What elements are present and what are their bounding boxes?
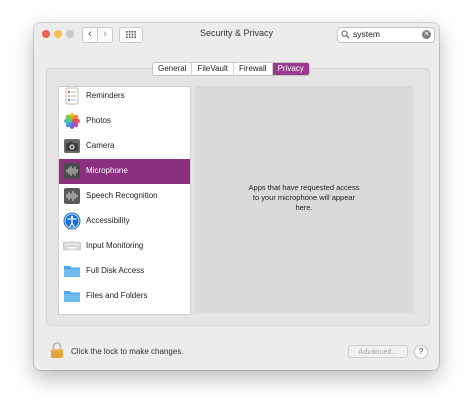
- app-list-area: Apps that have requested access to your …: [195, 86, 413, 313]
- tab-filevault[interactable]: FileVault: [192, 63, 234, 75]
- folder-icon: [64, 291, 80, 302]
- list-item-label: Reminders: [86, 91, 125, 100]
- keyboard-icon: [63, 241, 81, 251]
- speech-recognition-icon: [64, 188, 80, 204]
- title-bar: ‹ › Security & Privacy system ✕: [34, 23, 439, 45]
- chevron-right-icon: ›: [103, 28, 107, 40]
- list-item-input-monitoring[interactable]: Input Monitoring: [59, 234, 190, 259]
- camera-icon: [64, 139, 80, 153]
- back-button[interactable]: ‹: [82, 27, 98, 43]
- list-item-camera[interactable]: Camera: [59, 134, 190, 159]
- list-item-label: Camera: [86, 141, 115, 150]
- show-all-button[interactable]: [119, 27, 143, 43]
- grid-icon: [126, 31, 136, 38]
- chevron-left-icon: ‹: [88, 28, 92, 40]
- list-item-label: Microphone: [86, 166, 128, 175]
- search-icon: [341, 30, 350, 39]
- tab-privacy[interactable]: Privacy: [272, 63, 309, 75]
- list-item-label: Full Disk Access: [86, 266, 145, 275]
- list-item-label: Photos: [86, 116, 111, 125]
- list-item-label: Speech Recognition: [86, 191, 158, 200]
- list-item-speech-recognition[interactable]: Speech Recognition: [59, 184, 190, 209]
- accessibility-icon: [63, 212, 81, 230]
- list-item-label: Accessibility: [86, 216, 130, 225]
- close-window-button[interactable]: [42, 30, 50, 38]
- reminders-icon: [65, 87, 79, 105]
- tab-general[interactable]: General: [153, 63, 193, 75]
- window-title: Security & Privacy: [199, 28, 274, 38]
- search-field[interactable]: system ✕: [337, 27, 435, 43]
- lock-icon[interactable]: [50, 342, 64, 358]
- advanced-button[interactable]: Advanced...: [348, 345, 408, 358]
- lock-message: Click the lock to make changes.: [71, 347, 184, 356]
- zoom-window-button[interactable]: [66, 30, 74, 38]
- empty-state-message: Apps that have requested access to your …: [248, 183, 360, 212]
- list-item-microphone[interactable]: Microphone: [59, 159, 190, 184]
- preferences-window: ‹ › Security & Privacy system ✕ General …: [34, 23, 439, 370]
- tab-firewall[interactable]: Firewall: [234, 63, 273, 75]
- list-item-label: Files and Folders: [86, 291, 148, 300]
- search-input[interactable]: system: [353, 29, 380, 39]
- help-button[interactable]: ?: [414, 345, 428, 359]
- list-item-full-disk-access[interactable]: Full Disk Access: [59, 259, 190, 284]
- forward-button[interactable]: ›: [97, 27, 113, 43]
- privacy-category-list[interactable]: Reminders Photos Camera Microphone Speec…: [58, 86, 191, 315]
- list-item-photos[interactable]: Photos: [59, 109, 190, 134]
- list-item-accessibility[interactable]: Accessibility: [59, 209, 190, 234]
- tab-bar: General FileVault Firewall Privacy: [152, 62, 310, 76]
- clear-search-icon[interactable]: ✕: [422, 30, 431, 39]
- photos-icon: [64, 113, 80, 129]
- folder-icon: [64, 266, 80, 277]
- list-item-files-and-folders[interactable]: Files and Folders: [59, 284, 190, 309]
- microphone-icon: [64, 163, 80, 179]
- minimize-window-button[interactable]: [54, 30, 62, 38]
- list-item-reminders[interactable]: Reminders: [59, 87, 190, 109]
- list-item-label: Input Monitoring: [86, 241, 144, 250]
